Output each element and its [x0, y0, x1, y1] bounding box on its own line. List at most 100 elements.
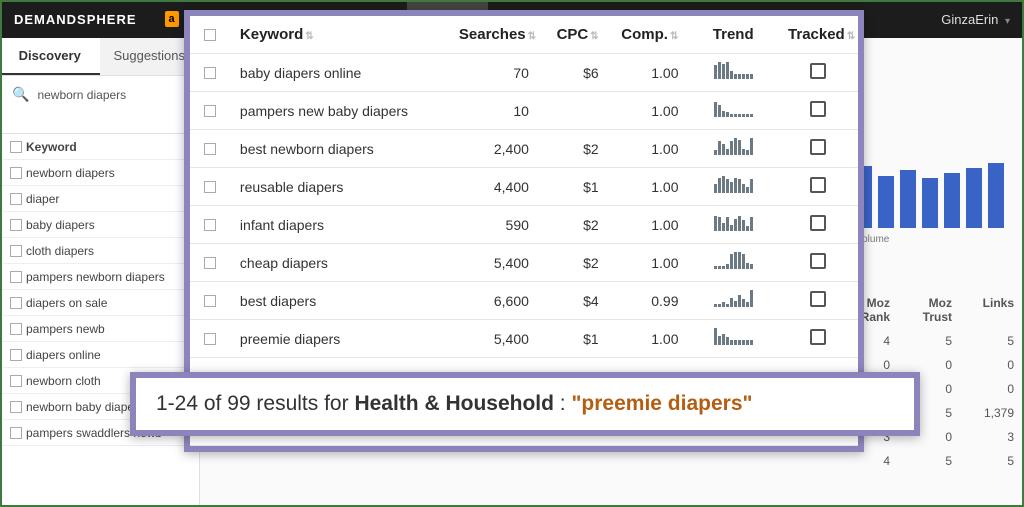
checkbox[interactable] — [10, 219, 22, 231]
keyword-label: pampers newborn diapers — [26, 270, 193, 284]
checkbox[interactable] — [10, 193, 22, 205]
volume-chart: Volume — [856, 158, 1006, 258]
cell-searches: 5,400 — [449, 255, 539, 271]
chart-label: Volume — [856, 234, 1006, 245]
col-comp[interactable]: Comp.⇅ — [609, 26, 689, 43]
checkbox[interactable] — [10, 349, 22, 361]
chart-bar — [922, 178, 938, 228]
tracked-checkbox[interactable] — [810, 139, 826, 155]
results-prefix: 1-24 of 99 results for — [156, 392, 354, 415]
checkbox[interactable] — [10, 375, 22, 387]
tracked-checkbox[interactable] — [810, 253, 826, 269]
checkbox[interactable] — [204, 333, 216, 345]
cell-keyword: pampers new baby diapers — [230, 103, 449, 119]
tracked-checkbox[interactable] — [810, 291, 826, 307]
list-item[interactable]: cloth diapers — [0, 238, 199, 264]
sort-icon: ⇅ — [590, 31, 598, 42]
list-item[interactable]: baby diapers — [0, 212, 199, 238]
checkbox[interactable] — [204, 105, 216, 117]
sparkline-icon — [714, 139, 753, 155]
list-item[interactable]: diapers on sale — [0, 290, 199, 316]
site-icon: a — [165, 11, 179, 27]
cell-comp: 1.00 — [609, 103, 689, 119]
table-row: 455 — [838, 454, 1014, 468]
checkbox[interactable] — [10, 297, 22, 309]
checkbox[interactable] — [204, 295, 216, 307]
keyword-label: newborn diapers — [26, 166, 193, 180]
search-input[interactable]: 🔍 newborn diapers — [0, 76, 199, 113]
cell-links: 3 — [962, 430, 1014, 444]
checkbox[interactable] — [204, 219, 216, 231]
cell-comp: 1.00 — [609, 331, 689, 347]
tracked-checkbox[interactable] — [810, 215, 826, 231]
col-keyword[interactable]: Keyword⇅ — [230, 26, 449, 43]
table-row: best newborn diapers2,400$21.00 — [190, 130, 858, 168]
checkbox[interactable] — [204, 67, 216, 79]
cell-comp: 1.00 — [609, 179, 689, 195]
col-searches[interactable]: Searches⇅ — [449, 26, 539, 43]
checkbox[interactable] — [204, 181, 216, 193]
keyword-label: baby diapers — [26, 218, 193, 232]
cell-cpc: $2 — [539, 217, 609, 233]
col-cpc[interactable]: CPC⇅ — [539, 26, 609, 43]
list-item[interactable]: diaper — [0, 186, 199, 212]
user-menu[interactable]: GinzaErin ▾ — [941, 12, 1010, 27]
results-sep: : — [554, 392, 572, 415]
cell-searches: 4,400 — [449, 179, 539, 195]
checkbox[interactable] — [204, 257, 216, 269]
sort-icon: ⇅ — [528, 31, 536, 42]
tracked-checkbox[interactable] — [810, 329, 826, 345]
list-item[interactable]: newborn diapers — [0, 160, 199, 186]
table-row: 000 — [838, 358, 1014, 372]
sort-icon: ⇅ — [670, 31, 678, 42]
cell-links: 1,379 — [962, 406, 1014, 420]
brand-logo: DEMANDSPHERE — [14, 12, 137, 27]
sparkline-icon — [714, 177, 753, 193]
col-links: Links — [962, 296, 1014, 324]
cell-comp: 0.99 — [609, 293, 689, 309]
col-trend: Trend — [688, 26, 778, 43]
search-icon: 🔍 — [12, 86, 29, 103]
checkbox-all[interactable] — [204, 29, 216, 41]
cell-searches: 590 — [449, 217, 539, 233]
chart-bar — [878, 176, 894, 228]
sparkline-icon — [714, 215, 753, 231]
keyword-label: diaper — [26, 192, 193, 206]
sidebar: Discovery Suggestions 🔍 newborn diapers … — [0, 38, 200, 507]
cell-trend — [689, 253, 779, 272]
tracked-checkbox[interactable] — [810, 101, 826, 117]
checkbox[interactable] — [10, 271, 22, 283]
cell-keyword: best newborn diapers — [230, 141, 449, 157]
cell-comp: 1.00 — [609, 217, 689, 233]
checkbox[interactable] — [10, 245, 22, 257]
keyword-label: pampers newb — [26, 322, 193, 336]
checkbox[interactable] — [10, 427, 22, 439]
checkbox[interactable] — [10, 167, 22, 179]
checkbox[interactable] — [10, 323, 22, 335]
tab-discovery[interactable]: Discovery — [0, 38, 100, 75]
cell-links: 0 — [962, 382, 1014, 396]
tracked-checkbox[interactable] — [810, 63, 826, 79]
list-item[interactable]: pampers newborn diapers — [0, 264, 199, 290]
col-tracked[interactable]: Tracked⇅ — [778, 26, 858, 43]
checkbox[interactable] — [204, 143, 216, 155]
results-category: Health & Household — [354, 392, 554, 415]
cell-searches: 70 — [449, 65, 539, 81]
list-item[interactable]: pampers newb — [0, 316, 199, 342]
sparkline-icon — [714, 101, 753, 117]
cell-cpc: $2 — [539, 141, 609, 157]
cell-comp: 1.00 — [609, 65, 689, 81]
checkbox[interactable] — [10, 141, 22, 153]
cell-trend — [689, 139, 779, 158]
chevron-down-icon: ▾ — [1005, 16, 1010, 27]
table-row: preemie diapers5,400$11.00 — [190, 320, 858, 358]
tracked-checkbox[interactable] — [810, 177, 826, 193]
cell-trend — [689, 291, 779, 310]
cell-keyword: preemie diapers — [230, 331, 449, 347]
cell-moztrust: 0 — [900, 358, 952, 372]
table-row: baby diapers online70$61.00 — [190, 54, 858, 92]
cell-trend — [689, 177, 779, 196]
keyword-label: diapers on sale — [26, 296, 193, 310]
checkbox[interactable] — [10, 401, 22, 413]
list-item[interactable]: diapers online — [0, 342, 199, 368]
